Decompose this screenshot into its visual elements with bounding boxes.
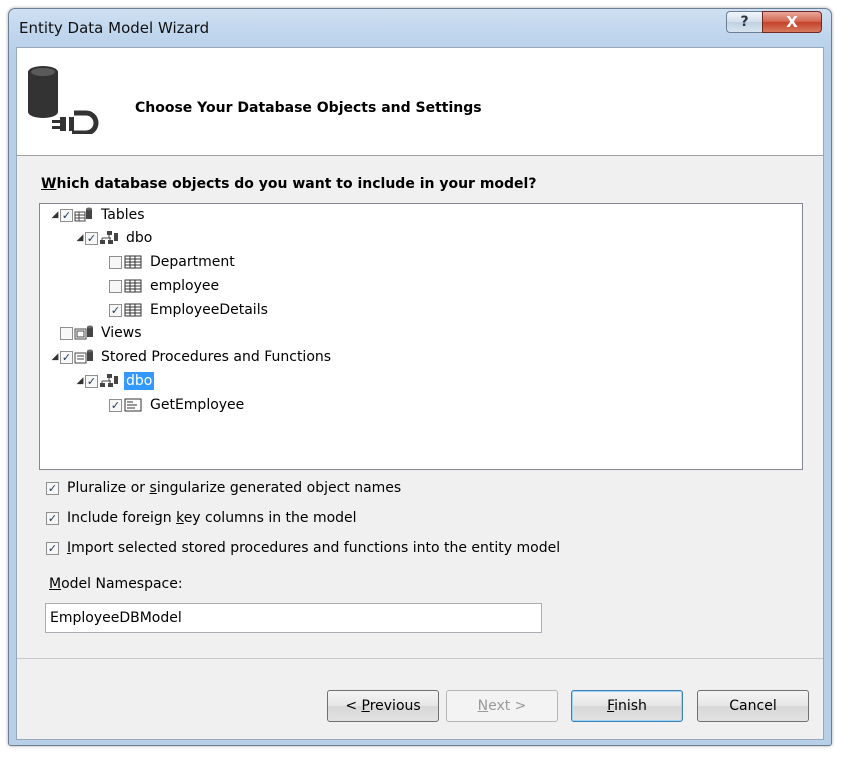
- help-button[interactable]: ?: [726, 11, 762, 33]
- employeedetails-checkbox[interactable]: [109, 303, 122, 317]
- button-text: ext >: [488, 698, 527, 714]
- department-checkbox[interactable]: [109, 255, 122, 269]
- tree-node-getemployee[interactable]: GetEmployee: [109, 394, 246, 416]
- tree-node-label: GetEmployee: [150, 397, 245, 413]
- cancel-button[interactable]: Cancel: [697, 690, 809, 722]
- prompt-accel: W: [41, 176, 57, 192]
- label-text: ey columns in the model: [183, 510, 357, 526]
- tree-node-label: Department: [150, 254, 235, 270]
- next-button[interactable]: Next >: [446, 690, 558, 722]
- label-text: odel Namespace:: [61, 576, 183, 592]
- getemployee-checkbox[interactable]: [109, 398, 122, 412]
- page-title: Choose Your Database Objects and Setting…: [135, 100, 482, 116]
- pluralize-label: Pluralize or singularize generated objec…: [67, 480, 401, 496]
- header-band: Choose Your Database Objects and Setting…: [17, 48, 823, 156]
- tree-node-employee[interactable]: employee: [109, 275, 221, 297]
- button-divider: [17, 658, 823, 659]
- foreign-keys-option[interactable]: Include foreign key columns in the model: [46, 508, 357, 528]
- window-title: Entity Data Model Wizard: [19, 19, 210, 37]
- tables-checkbox[interactable]: [60, 208, 73, 222]
- tree-node-views[interactable]: Views: [60, 322, 144, 344]
- schema-icon: [100, 374, 118, 387]
- tree-node-department[interactable]: Department: [109, 251, 237, 273]
- import-procedures-label: Import selected stored procedures and fu…: [67, 540, 560, 556]
- database-connection-icon: [28, 66, 99, 134]
- button-accel: N: [477, 698, 489, 714]
- label-accel: k: [176, 510, 184, 526]
- button-text: <: [345, 698, 362, 714]
- schema-icon: [100, 231, 118, 244]
- tree-node-label: Tables: [101, 207, 145, 223]
- label-text: Include foreign: [67, 510, 177, 526]
- tree-node-label: EmployeeDetails: [150, 302, 268, 318]
- foreign-keys-label: Include foreign key columns in the model: [67, 510, 357, 526]
- pluralize-option[interactable]: Pluralize or singularize generated objec…: [46, 478, 401, 498]
- expand-arrow-icon[interactable]: ◢: [75, 376, 85, 386]
- views-icon: [74, 325, 93, 340]
- table-icon: [124, 303, 142, 317]
- tree-node-label: employee: [150, 278, 220, 294]
- tree-node-procedures-dbo[interactable]: ◢ dbo: [75, 370, 155, 392]
- close-button[interactable]: X: [762, 11, 822, 33]
- tree-node-label: Stored Procedures and Functions: [101, 349, 332, 365]
- procedures-icon: [74, 349, 93, 364]
- tree-node-label: dbo: [126, 230, 153, 246]
- stored-procedures-checkbox[interactable]: [60, 350, 73, 364]
- tree-node-employeedetails[interactable]: EmployeeDetails: [109, 299, 270, 321]
- import-procedures-checkbox[interactable]: [46, 541, 59, 555]
- pluralize-checkbox[interactable]: [46, 481, 59, 495]
- button-accel: P: [361, 698, 370, 714]
- database-objects-tree[interactable]: ◢ Tables ◢: [39, 203, 803, 470]
- tree-node-tables[interactable]: ◢ Tables: [50, 204, 147, 226]
- foreign-keys-checkbox[interactable]: [46, 511, 59, 525]
- wizard-content: Choose Your Database Objects and Setting…: [16, 47, 824, 740]
- expand-arrow-icon[interactable]: ◢: [50, 210, 60, 220]
- tree-node-tables-dbo[interactable]: ◢ dbo: [75, 227, 154, 249]
- label-text: Pluralize or: [67, 480, 150, 496]
- previous-button[interactable]: < Previous: [327, 690, 439, 722]
- prompt-text: hich database objects do you want to inc…: [56, 176, 537, 192]
- expand-arrow-icon[interactable]: ◢: [50, 352, 60, 362]
- views-checkbox[interactable]: [60, 326, 73, 340]
- tree-node-label-selected: dbo: [124, 372, 155, 390]
- table-icon: [124, 279, 142, 293]
- objects-prompt: Which database objects do you want to in…: [41, 176, 536, 192]
- model-namespace-input[interactable]: EmployeeDBModel: [45, 603, 542, 633]
- employee-checkbox[interactable]: [109, 279, 122, 293]
- wizard-window: Entity Data Model Wizard ? X Choose Your…: [8, 8, 832, 746]
- tree-node-label: Views: [101, 325, 142, 341]
- tables-dbo-checkbox[interactable]: [85, 231, 98, 245]
- expand-arrow-icon[interactable]: ◢: [75, 233, 85, 243]
- finish-button[interactable]: Finish: [571, 690, 683, 722]
- button-text: revious: [369, 698, 421, 714]
- title-bar[interactable]: Entity Data Model Wizard ? X: [9, 9, 831, 47]
- label-accel: M: [49, 576, 62, 592]
- label-text: ingularize generated object names: [156, 480, 402, 496]
- import-procedures-option[interactable]: Import selected stored procedures and fu…: [46, 538, 560, 558]
- table-icon: [124, 255, 142, 269]
- procedures-dbo-checkbox[interactable]: [85, 374, 98, 388]
- procedure-icon: [124, 398, 142, 412]
- button-text: inish: [614, 698, 647, 714]
- tree-node-stored-procedures[interactable]: ◢ Stored Procedures and Functions: [50, 346, 333, 368]
- label-accel: s: [149, 480, 157, 496]
- label-text: mport selected stored procedures and fun…: [71, 540, 561, 556]
- model-namespace-label: Model Namespace:: [49, 576, 183, 592]
- tables-icon: [74, 207, 92, 222]
